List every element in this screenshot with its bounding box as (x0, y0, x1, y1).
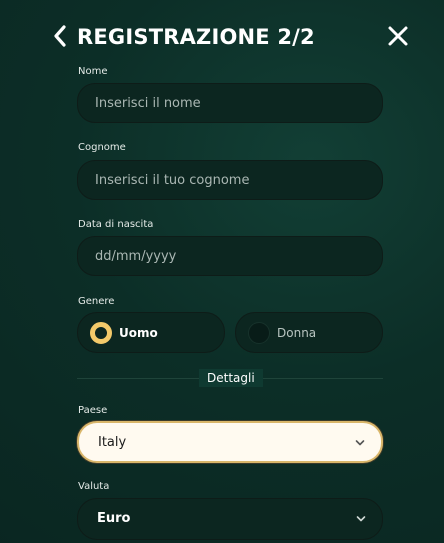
valuta-select[interactable]: Euro (77, 498, 383, 540)
gender-option-uomo[interactable]: Uomo (77, 312, 225, 353)
cognome-label: Cognome (78, 142, 126, 153)
chevron-left-icon (54, 25, 66, 47)
gender-option-label: Uomo (119, 326, 158, 340)
back-button[interactable] (50, 22, 72, 50)
valuta-label: Valuta (78, 481, 110, 492)
radio-selected-icon (90, 322, 112, 344)
nome-input[interactable] (77, 83, 383, 123)
genere-label: Genere (78, 296, 115, 307)
paese-label: Paese (78, 405, 108, 416)
gender-option-donna[interactable]: Donna (235, 312, 383, 353)
close-button[interactable] (386, 24, 410, 48)
chevron-down-icon (355, 440, 365, 446)
data-nascita-input[interactable] (77, 236, 383, 276)
chevron-down-icon (356, 516, 366, 522)
page-title: REGISTRAZIONE 2/2 (77, 25, 315, 49)
paese-select[interactable]: Italy (77, 421, 383, 463)
data-nascita-label: Data di nascita (78, 219, 154, 230)
nome-label: Nome (78, 66, 108, 77)
section-title-dettagli: Dettagli (199, 369, 263, 387)
header: REGISTRAZIONE 2/2 (0, 0, 444, 72)
paese-value: Italy (98, 435, 127, 450)
gender-option-label: Donna (277, 326, 317, 340)
radio-unselected-icon (248, 322, 270, 344)
cognome-input[interactable] (77, 160, 383, 200)
valuta-value: Euro (97, 511, 131, 526)
close-icon (388, 26, 408, 46)
